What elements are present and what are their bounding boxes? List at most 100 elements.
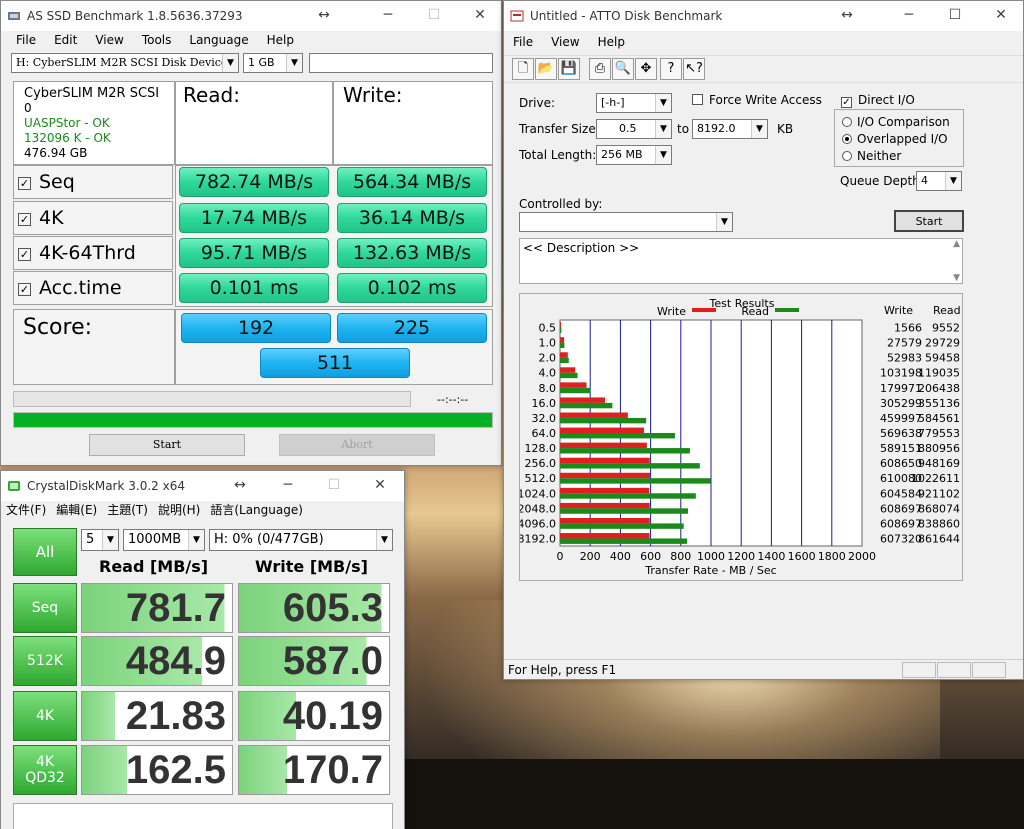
row-4k64[interactable]: ✓ 4K-64Thrd: [13, 236, 173, 270]
read-value-label: 948169: [918, 457, 960, 470]
acctime-read-value: 0.101 ms: [179, 273, 329, 303]
row-acctime[interactable]: ✓ Acc.time: [13, 271, 173, 305]
scroll-up-icon[interactable]: ▲: [953, 239, 960, 249]
row-4k[interactable]: ✓ 4K: [13, 201, 173, 235]
x-tick-label: 600: [640, 550, 661, 563]
direct-io-label: Direct I/O: [858, 93, 915, 107]
drive-select[interactable]: [-h-] ▼: [596, 93, 672, 113]
menu-view[interactable]: View: [86, 33, 132, 47]
restore-arrows-icon[interactable]: ↔: [824, 1, 870, 31]
close-icon[interactable]: ✕: [357, 471, 403, 501]
category-label: 512.0: [525, 472, 557, 485]
open-folder-icon[interactable]: 📂: [535, 58, 557, 80]
read-bar: [560, 327, 562, 333]
cdm-row-button[interactable]: 4K QD32: [13, 745, 77, 795]
write-bar: [560, 502, 650, 509]
transfer-from-select[interactable]: 0.5 ▼: [596, 119, 672, 139]
drive-select[interactable]: H: 0% (0/477GB) ▼: [209, 529, 393, 551]
context-help-icon[interactable]: ↖?: [683, 58, 705, 80]
write-bar: [560, 352, 568, 358]
drive-select[interactable]: H: CyberSLIM M2R SCSI Disk Device ▼: [11, 53, 239, 73]
size-select[interactable]: 1 GB ▼: [243, 53, 303, 73]
overlapped-io-radio[interactable]: Overlapped I/O: [842, 132, 948, 146]
neither-radio[interactable]: Neither: [842, 149, 901, 163]
chevron-down-icon: ▼: [376, 530, 392, 550]
close-icon[interactable]: ✕: [978, 1, 1024, 31]
menu-language[interactable]: 語言(Language): [205, 501, 308, 518]
restore-arrows-icon[interactable]: ↔: [217, 471, 263, 501]
description-box[interactable]: << Description >> ▲ ▼: [519, 238, 963, 284]
new-file-icon[interactable]: 🗋: [512, 58, 534, 80]
total-length-select[interactable]: 256 MB ▼: [596, 145, 672, 165]
overlapped-io-label: Overlapped I/O: [857, 132, 948, 146]
start-button[interactable]: Start: [89, 434, 245, 456]
minimize-icon[interactable]: ─: [365, 1, 411, 31]
write-bar: [560, 367, 576, 373]
maximize-icon[interactable]: ☐: [411, 1, 457, 31]
menu-tools[interactable]: Tools: [133, 33, 181, 47]
start-button[interactable]: Start: [894, 210, 964, 232]
save-icon[interactable]: 💾: [558, 58, 580, 80]
menu-help[interactable]: Help: [589, 35, 634, 49]
as-ssd-app-icon: [8, 12, 20, 20]
about-icon[interactable]: ?: [660, 58, 682, 80]
print-icon[interactable]: ⎙: [589, 58, 611, 80]
cdm-row-button[interactable]: 4K: [13, 691, 77, 741]
menu-edit[interactable]: Edit: [45, 33, 86, 47]
maximize-icon[interactable]: ☐: [932, 1, 978, 31]
seq-read-value: 782.74 MB/s: [179, 167, 329, 197]
maximize-icon[interactable]: ☐: [311, 471, 357, 501]
transfer-from-value: 0.5: [619, 122, 637, 135]
queue-depth-select[interactable]: 4 ▼: [916, 171, 962, 191]
extra-field[interactable]: [309, 53, 493, 73]
menu-file[interactable]: File: [7, 33, 45, 47]
4k-write-value: 36.14 MB/s: [337, 203, 487, 233]
chevron-down-icon: ▼: [655, 94, 671, 112]
row-seq[interactable]: ✓ Seq: [13, 165, 173, 199]
scroll-down-icon[interactable]: ▼: [953, 273, 960, 283]
menu-file[interactable]: 文件(F): [1, 501, 51, 518]
force-write-checkbox[interactable]: Force Write Access: [692, 93, 822, 107]
write-value-label: 608697: [880, 502, 922, 515]
menu-theme[interactable]: 主題(T): [102, 501, 153, 518]
io-comparison-radio[interactable]: I/O Comparison: [842, 115, 950, 129]
cdm-comment-field[interactable]: [13, 803, 393, 829]
io-comparison-label: I/O Comparison: [857, 115, 950, 129]
controlled-by-select[interactable]: ▼: [519, 212, 733, 232]
print-preview-icon[interactable]: 🔍: [612, 58, 634, 80]
category-label: 8.0: [539, 382, 557, 395]
menu-view[interactable]: View: [542, 35, 588, 49]
direct-io-checkbox[interactable]: ✓ Direct I/O: [841, 93, 915, 108]
all-button[interactable]: All: [13, 528, 77, 576]
minimize-icon[interactable]: ─: [886, 1, 932, 31]
transfer-to-select[interactable]: 8192.0 ▼: [692, 119, 768, 139]
read-value-label: 880956: [918, 442, 960, 455]
menu-language[interactable]: Language: [180, 33, 257, 47]
background-city: [405, 759, 1024, 829]
menu-help[interactable]: 說明(H): [153, 501, 205, 518]
menu-file[interactable]: File: [504, 35, 542, 49]
count-select[interactable]: 5 ▼: [81, 529, 119, 551]
cdm-row-button[interactable]: Seq: [13, 583, 77, 633]
size-select[interactable]: 1000MB ▼: [123, 529, 205, 551]
minimize-icon[interactable]: ─: [265, 471, 311, 501]
read-bar: [560, 342, 565, 349]
category-label: 0.5: [539, 322, 557, 335]
close-icon[interactable]: ✕: [457, 1, 503, 31]
move-icon[interactable]: ✥: [635, 58, 657, 80]
as-ssd-menubar: File Edit View Tools Language Help: [1, 30, 501, 50]
write-value-label: 52983: [887, 352, 922, 365]
read-value-label: 1022611: [911, 472, 960, 485]
cdm-row-button[interactable]: 512K: [13, 636, 77, 686]
menu-help[interactable]: Help: [258, 33, 303, 47]
category-label: 16.0: [532, 397, 557, 410]
checkbox-checked-icon: ✓: [18, 283, 31, 296]
restore-arrows-icon[interactable]: ↔: [301, 1, 347, 31]
atto-menubar: File View Help: [504, 32, 1023, 52]
category-label: 1.0: [539, 337, 557, 350]
write-value-label: 27579: [887, 337, 922, 350]
score-total-value: 511: [260, 348, 410, 378]
menu-edit[interactable]: 編輯(E): [51, 501, 102, 518]
atto-toolbar: [504, 55, 1023, 83]
abort-button[interactable]: Abort: [279, 434, 435, 456]
